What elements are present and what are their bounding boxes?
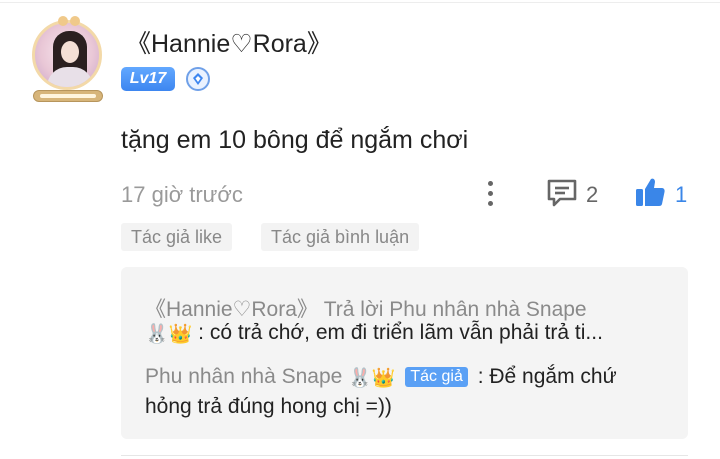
- avatar-frame-ears-icon: [58, 16, 80, 28]
- level-badge: Lv17: [121, 67, 175, 91]
- rabbit-crown-emoji-icon: 🐰👑: [145, 324, 193, 345]
- reply-2-text-line1: : Để ngắm chứ: [477, 365, 617, 388]
- comment-item: 《Hannie♡Rora》 Lv17 tặng em 10 bông để ng…: [0, 0, 720, 459]
- avatar-image: [32, 20, 102, 90]
- like-count: 1: [675, 182, 688, 207]
- more-options-icon[interactable]: [480, 178, 500, 208]
- reply-2-header[interactable]: Phu nhân nhà Snape 🐰👑 Tác giả : Để ngắm …: [145, 365, 617, 390]
- avatar[interactable]: [28, 16, 108, 106]
- bottom-divider: [121, 455, 688, 456]
- reply-1-body[interactable]: 🐰👑 : có trả chớ, em đi triển lãm vẫn phả…: [145, 321, 603, 346]
- author-badge: Tác giả: [405, 367, 468, 387]
- reply-1-action: Trả lời: [323, 298, 384, 321]
- comment-text: tặng em 10 bông để ngắm chơi: [121, 126, 469, 154]
- tag-author-commented: Tác giả bình luận: [261, 223, 420, 251]
- verified-badge-icon: [186, 67, 210, 91]
- comment-timestamp: 17 giờ trước: [121, 182, 243, 207]
- replies-panel[interactable]: 《Hannie♡Rora》 Trả lời Phu nhân nhà Snape…: [121, 267, 688, 439]
- reply-2-text-line2: hỏng trả đúng hong chị =)): [145, 395, 392, 418]
- reply-1-header[interactable]: 《Hannie♡Rora》 Trả lời Phu nhân nhà Snape: [145, 293, 587, 323]
- rabbit-crown-emoji-icon: 🐰👑: [348, 368, 396, 389]
- reply-icon[interactable]: [546, 178, 578, 213]
- username[interactable]: 《Hannie♡Rora》: [126, 24, 332, 60]
- reply-2-author[interactable]: Phu nhân nhà Snape: [145, 365, 342, 388]
- thumbs-up-icon[interactable]: [633, 175, 667, 214]
- avatar-frame-banner: [33, 90, 103, 102]
- reply-1-target[interactable]: Phu nhân nhà Snape: [389, 298, 586, 321]
- reply-count: 2: [586, 182, 599, 207]
- reply-1-text: : có trả chớ, em đi triển lãm vẫn phải t…: [198, 321, 603, 344]
- tag-author-liked: Tác giả like: [121, 223, 233, 251]
- reply-1-author[interactable]: 《Hannie♡Rora》: [145, 298, 318, 321]
